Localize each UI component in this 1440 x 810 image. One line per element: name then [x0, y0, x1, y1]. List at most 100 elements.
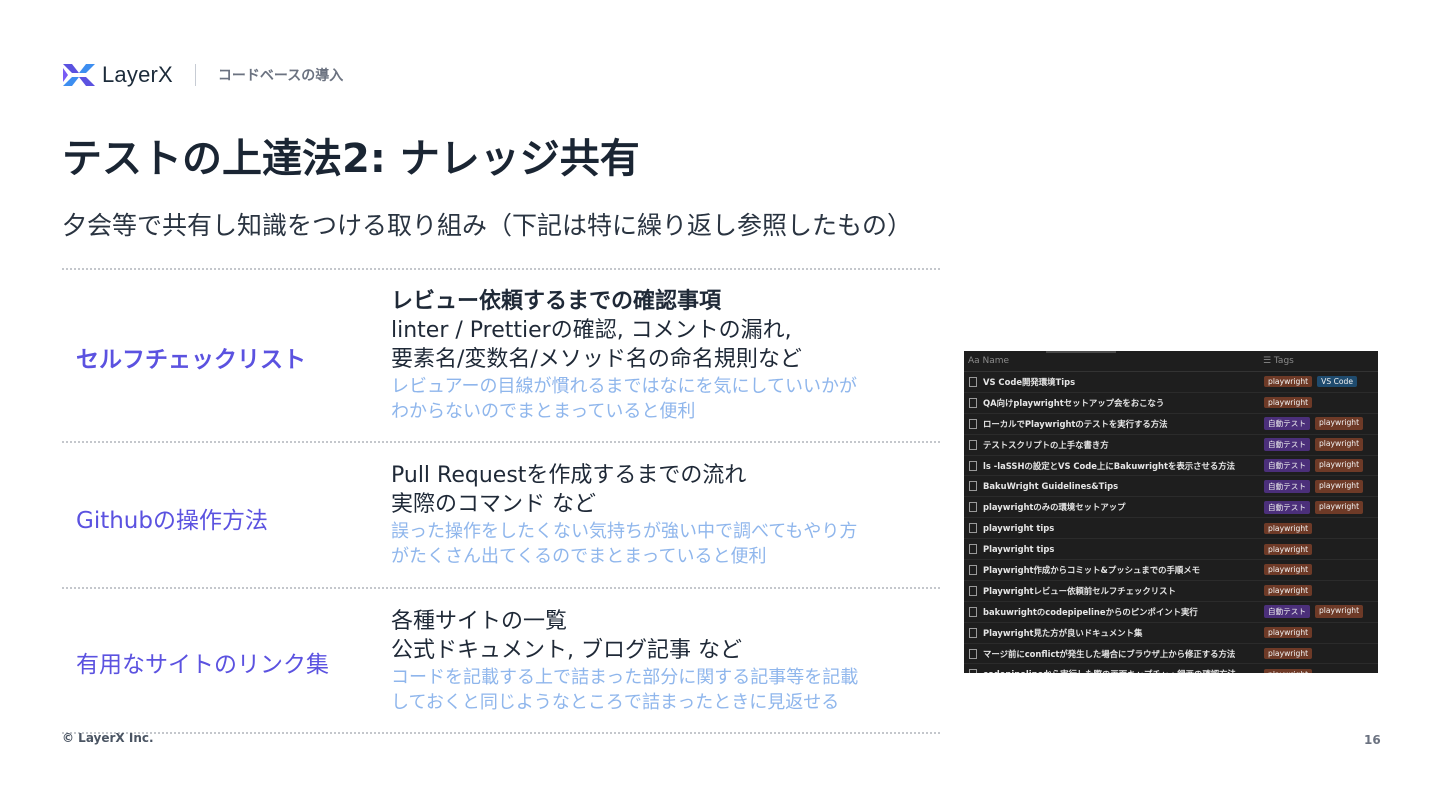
row-line: 要素名/変数名/メソッド名の命名規則など: [391, 347, 802, 372]
tag-badge: playwright: [1264, 376, 1313, 388]
tag-badge: playwright: [1314, 459, 1364, 472]
row-line: 実際のコマンド など: [391, 492, 596, 517]
tag-badge: playwright: [1314, 500, 1364, 514]
tag-badge: VS Code: [1317, 376, 1358, 388]
row-name: QA向けplaywrightセットアップ会をおこなう: [983, 397, 1165, 408]
row-name: playwrightのみの環境セットアップ: [983, 502, 1126, 513]
slide-subtitle: 夕会等で共有し知識をつける取り組み（下記は特に繰り返し参照したもの）: [62, 211, 913, 240]
screenshot-row: playwright tips playwright: [964, 518, 1378, 540]
tag-badge: 自動テスト: [1264, 438, 1310, 452]
row-tags: playwright: [1264, 543, 1317, 555]
row-name: playwright tips: [983, 523, 1055, 534]
tag-badge: playwright: [1264, 397, 1313, 409]
row-name-cell: Playwrightレビュー依頼前セルフチェックリスト: [964, 585, 1264, 597]
column-tags-header: ☰ Tags: [1263, 356, 1294, 366]
screenshot-row: playwrightのみの環境セットアップ 自動テスト playwright: [964, 497, 1378, 519]
row-line: Pull Requestを作成するまでの流れ: [391, 463, 747, 488]
screenshot-row: bakuwrightのcodepipelineからのピンポイント実行 自動テスト p…: [964, 602, 1378, 623]
row-tags: playwright VS Code: [1264, 376, 1362, 388]
screenshot-header-row: Aa Name ☰ Tags: [964, 351, 1378, 372]
screenshot-row: Playwright tips playwright: [964, 539, 1378, 561]
breadcrumb: コードベースの導入: [217, 68, 344, 84]
row-name: ローカルでPlaywrightのテストを実行する方法: [983, 418, 1168, 429]
row-tags: playwright: [1264, 564, 1317, 576]
tag-badge: playwright: [1264, 585, 1313, 597]
row-tags: 自動テスト playwright: [1264, 605, 1368, 619]
tag-badge: playwright: [1314, 479, 1364, 493]
screenshot-row: Playwrightレビュー依頼前セルフチェックリスト playwright: [964, 581, 1378, 602]
tag-badge: playwright: [1264, 564, 1313, 576]
row-name: Playwright見た方が良いドキュメント集: [983, 627, 1143, 638]
page-number: 16: [1364, 733, 1381, 747]
slide-title: テストの上達法2: ナレッジ共有: [62, 136, 640, 182]
row-name: マージ前にconflictが発生した場合にブラウザ上から修正する方法: [983, 648, 1236, 659]
row-name: Playwrightレビュー依頼前セルフチェックリスト: [983, 585, 1176, 596]
tag-badge: 自動テスト: [1264, 479, 1310, 493]
row-line: 公式ドキュメント, ブログ記事 など: [391, 638, 742, 663]
page-icon: [969, 439, 977, 450]
row-name-cell: ls -laSSHの設定とVS Code上にBakuwrightを表示させる方法: [964, 460, 1264, 472]
page-icon: [969, 502, 977, 513]
tag-badge: playwright: [1314, 605, 1364, 619]
page-icon: [969, 606, 977, 617]
row-label-link-collection: 有用なサイトのリンク集: [76, 652, 329, 678]
divider: [62, 732, 940, 734]
row-name: BakuWright Guidelines&Tips: [983, 481, 1119, 492]
row-name: Playwright tips: [983, 544, 1055, 555]
row-line: linter / Prettierの確認, コメントの漏れ,: [391, 318, 792, 343]
row-tags: playwright: [1264, 648, 1317, 660]
page-icon: [969, 523, 977, 534]
page-icon: [969, 397, 977, 408]
row-name: bakuwrightのcodepipelineからのピンポイント実行: [983, 606, 1198, 617]
row-name-cell: Playwright見た方が良いドキュメント集: [964, 627, 1264, 639]
row-note: コードを記載する上で詰まった部分に関する記事等を記載: [391, 667, 859, 688]
row-name: VS Code開発環境Tips: [983, 376, 1076, 387]
tag-badge: 自動テスト: [1264, 500, 1310, 514]
row-name-cell: Playwright tips: [964, 544, 1264, 555]
row-name: ls -laSSHの設定とVS Code上にBakuwrightを表示させる方法: [983, 460, 1235, 471]
tag-badge: 自動テスト: [1264, 459, 1310, 472]
divider: [62, 587, 940, 589]
page-icon: [969, 585, 977, 596]
header-divider: [194, 64, 196, 86]
page-icon: [969, 564, 977, 575]
screenshot-row: codepipelineから実行した際の画面キャプチャ・録画の確認方法 playw…: [964, 664, 1378, 673]
screenshot-rows: VS Code開発環境Tips playwright VS Code QA向けplay…: [964, 372, 1378, 673]
row-line: 各種サイトの一覧: [391, 609, 568, 634]
screenshot-row: ls -laSSHの設定とVS Code上にBakuwrightを表示させる方法…: [964, 456, 1378, 477]
screenshot-row: VS Code開発環境Tips playwright VS Code: [964, 372, 1378, 393]
screenshot-row: QA向けplaywrightセットアップ会をおこなう playwright: [964, 393, 1378, 414]
row-tags: 自動テスト playwright: [1264, 500, 1368, 514]
row-name-cell: playwright tips: [964, 523, 1264, 534]
row-note: 誤った操作をしたくない気持ちが強い中で調べてもやり方: [391, 521, 858, 542]
page-icon: [969, 544, 977, 555]
row-body-self-checklist: レビュー依頼するまでの確認事項 linter / Prettierの確認, コメ…: [391, 287, 931, 424]
tag-badge: playwright: [1264, 543, 1313, 555]
tag-badge: 自動テスト: [1264, 417, 1310, 431]
row-body-github: Pull Requestを作成するまでの流れ 実際のコマンド など 誤った操作を…: [391, 461, 931, 569]
column-name-header: Aa Name: [968, 356, 1010, 366]
row-name-cell: codepipelineから実行した際の画面キャプチャ・録画の確認方法: [964, 668, 1264, 673]
row-tags: playwright: [1264, 397, 1317, 409]
row-tags: 自動テスト playwright: [1264, 459, 1368, 472]
page-icon: [969, 627, 977, 638]
page-icon: [969, 481, 977, 492]
row-label-self-checklist: セルフチェックリスト: [76, 347, 306, 373]
screenshot-row: BakuWright Guidelines&Tips 自動テスト playwrigh…: [964, 476, 1378, 498]
row-tags: playwright: [1264, 585, 1317, 597]
row-name: Playwright作成からコミット&プッシュまでの手順メモ: [983, 564, 1200, 575]
row-body-link-collection: 各種サイトの一覧 公式ドキュメント, ブログ記事 など コードを記載する上で詰ま…: [391, 607, 931, 715]
notion-table-screenshot: Aa Name ☰ Tags VS Code開発環境Tips playwright…: [964, 351, 1378, 673]
row-name-cell: Playwright作成からコミット&プッシュまでの手順メモ: [964, 564, 1264, 576]
tag-badge: playwright: [1264, 627, 1313, 639]
slide-header: LayerX コードベースの導入: [62, 60, 343, 90]
row-tags: playwright: [1264, 627, 1317, 639]
row-label-github: Githubの操作方法: [76, 508, 268, 534]
row-note: しておくと同じようなところで詰まったときに見返せる: [391, 692, 840, 713]
row-name-cell: テストスクリプトの上手な書き方: [964, 439, 1264, 451]
layerx-logo-icon: [63, 64, 95, 86]
divider: [62, 441, 940, 443]
page-icon: [969, 648, 977, 659]
row-name-cell: ローカルでPlaywrightのテストを実行する方法: [964, 418, 1264, 430]
row-name-cell: マージ前にconflictが発生した場合にブラウザ上から修正する方法: [964, 648, 1264, 660]
